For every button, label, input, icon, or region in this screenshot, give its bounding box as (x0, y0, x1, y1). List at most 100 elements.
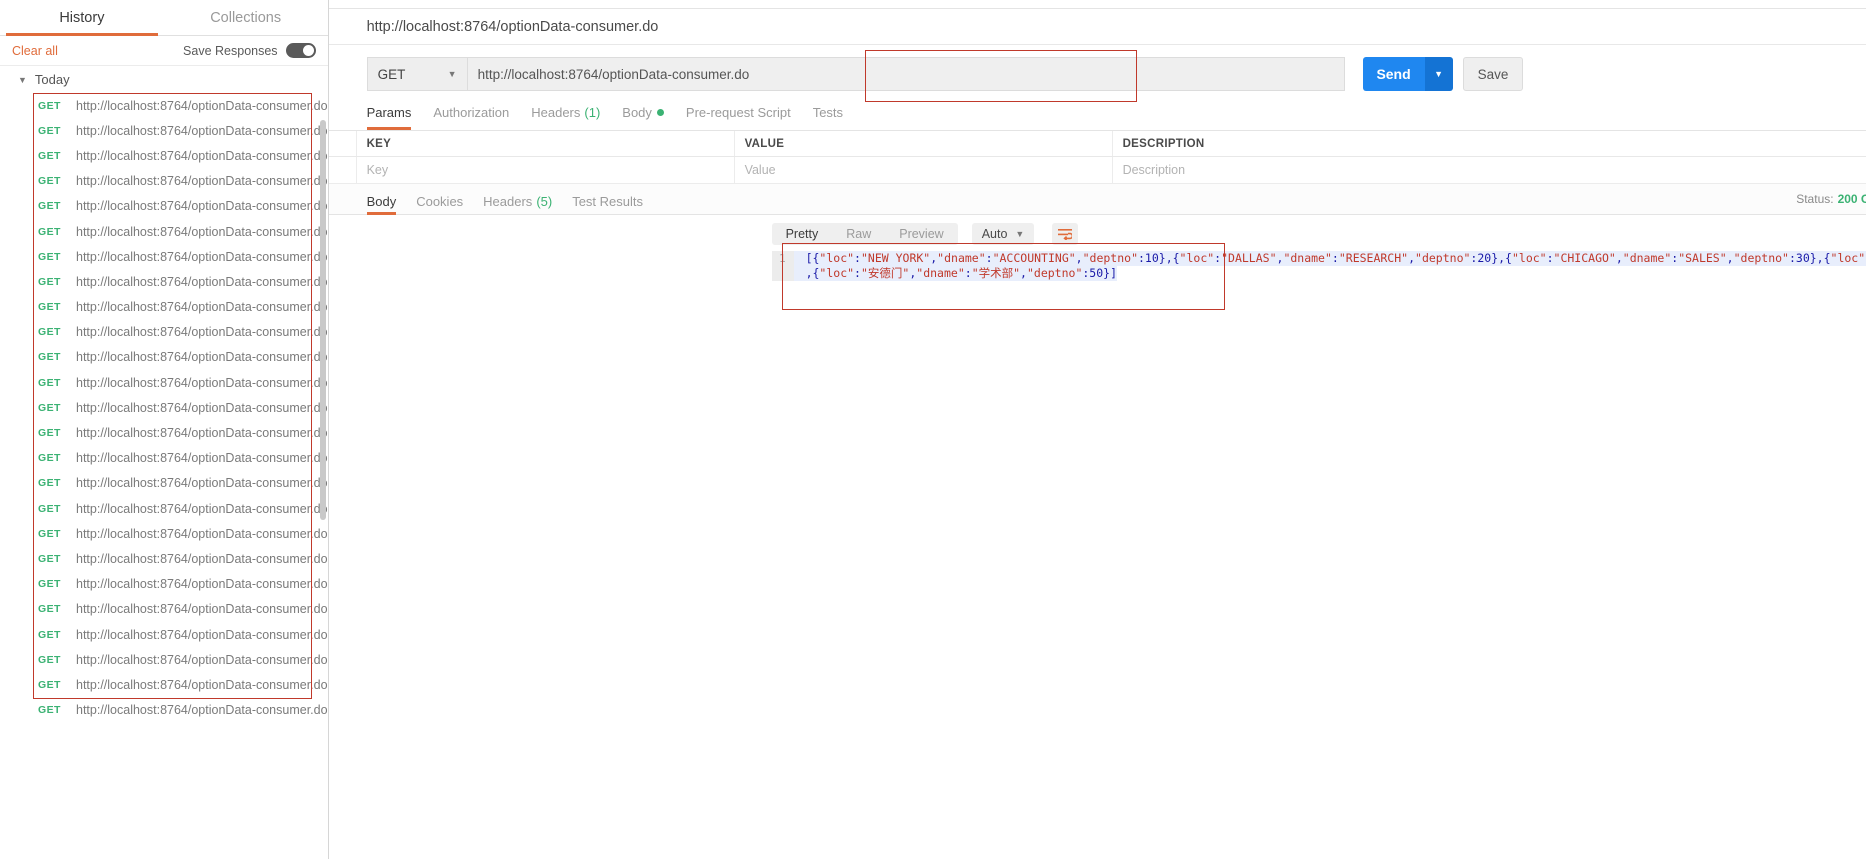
clear-all-button[interactable]: Clear all (12, 44, 58, 58)
params-description-input[interactable]: Description (1113, 157, 1866, 183)
sidebar-tabs: History Collections (0, 0, 328, 36)
sidebar-scrollbar[interactable] (319, 120, 326, 520)
history-group-today[interactable]: ▼ Today (0, 66, 328, 93)
response-body-text: ,{"loc":"安德门","dname":"学术部","deptno":50}… (793, 266, 1117, 281)
history-item-url: http://localhost:8764/optionData-consume… (76, 501, 328, 516)
response-tab-headers[interactable]: Headers (5) (483, 194, 552, 215)
response-body[interactable]: 1 [{"loc":"NEW YORK","dname":"ACCOUNTING"… (329, 243, 1866, 310)
params-table-header: KEY VALUE DESCRIPTION ••• Bulk Edit (328, 131, 1866, 157)
history-item-url: http://localhost:8764/optionData-consume… (76, 451, 328, 466)
history-item[interactable]: GET http://localhost:8764/optionData-cons… (0, 672, 328, 697)
response-tab-test-results[interactable]: Test Results (572, 194, 643, 215)
save-responses-toggle[interactable] (285, 43, 316, 58)
history-item-url: http://localhost:8764/optionData-consume… (76, 300, 328, 315)
format-select[interactable]: Auto ▼ (971, 223, 1035, 245)
response-tab-label: Test Results (572, 193, 644, 209)
history-item[interactable]: GET http://localhost:8764/optionData-cons… (0, 194, 328, 219)
history-item-method: GET (38, 301, 61, 314)
history-item[interactable]: GET http://localhost:8764/optionData-cons… (0, 320, 328, 345)
history-item-method: GET (38, 628, 61, 641)
history-item[interactable]: GET http://localhost:8764/optionData-cons… (0, 521, 328, 546)
response-tabs: Body Cookies Headers (5) Test Results (366, 184, 643, 215)
wrap-lines-button[interactable] (1052, 223, 1079, 245)
history-item[interactable]: GET http://localhost:8764/optionData-cons… (0, 546, 328, 571)
history-item[interactable]: GET http://localhost:8764/optionData-cons… (0, 269, 328, 294)
history-item-url: http://localhost:8764/optionData-consume… (76, 476, 328, 491)
history-item-method: GET (38, 653, 61, 666)
line-number (771, 266, 794, 281)
tab-collections[interactable]: Collections (164, 0, 328, 36)
url-input[interactable]: http://localhost:8764/optionData-consume… (466, 57, 1345, 91)
view-mode-raw[interactable]: Raw (832, 223, 885, 245)
params-row-checkbox[interactable] (329, 157, 357, 183)
request-tab-tests[interactable]: Tests (813, 100, 843, 130)
view-mode-pretty[interactable]: Pretty (772, 223, 833, 245)
request-tab-label: Authorization (433, 105, 510, 120)
response-tab-label: Cookies (416, 193, 464, 209)
request-tab-pre-request-script[interactable]: Pre-request Script (686, 100, 791, 130)
response-tab-body[interactable]: Body (366, 194, 396, 215)
history-item-method: GET (38, 200, 61, 213)
history-item[interactable]: GET http://localhost:8764/optionData-cons… (0, 622, 328, 647)
request-tab-headers[interactable]: Headers (1) (531, 100, 600, 130)
history-item[interactable]: GET http://localhost:8764/optionData-cons… (0, 345, 328, 370)
history-item[interactable]: GET http://localhost:8764/optionData-cons… (0, 118, 328, 143)
history-item[interactable]: GET http://localhost:8764/optionData-cons… (0, 597, 328, 622)
history-item-url: http://localhost:8764/optionData-consume… (76, 577, 328, 592)
history-item[interactable]: GET http://localhost:8764/optionData-cons… (0, 93, 328, 118)
chevron-down-icon: ▼ (1015, 229, 1025, 239)
request-tab-label: Pre-request Script (685, 105, 791, 120)
send-options-caret-icon[interactable]: ▼ (1424, 57, 1453, 91)
history-item-url: http://localhost:8764/optionData-consume… (76, 123, 328, 138)
view-mode-segmented: Pretty Raw Preview (771, 223, 958, 245)
history-item-url: http://localhost:8764/optionData-consume… (76, 174, 328, 189)
history-item-method: GET (38, 552, 61, 565)
postman-app: History Collections Clear all Save Respo… (0, 0, 1866, 859)
response-tab-badge: (5) (536, 193, 553, 209)
history-item[interactable]: GET http://localhost:8764/optionData-cons… (0, 446, 328, 471)
params-key-input[interactable]: Key (357, 157, 735, 183)
response-view-toolbar: Pretty Raw Preview Auto ▼ (329, 215, 1866, 251)
history-item-method: GET (38, 99, 61, 112)
response-tab-cookies[interactable]: Cookies (416, 194, 463, 215)
history-item-method: GET (38, 275, 61, 288)
history-item[interactable]: GET http://localhost:8764/optionData-cons… (0, 143, 328, 168)
request-tab-body[interactable]: Body (622, 100, 664, 130)
history-item-url: http://localhost:8764/optionData-consume… (76, 199, 328, 214)
history-item[interactable]: GET http://localhost:8764/optionData-cons… (0, 169, 328, 194)
tab-strip (328, 0, 1866, 9)
history-item[interactable]: GET http://localhost:8764/optionData-cons… (0, 647, 328, 672)
response-body-line: ,{"loc":"安德门","dname":"学术部","deptno":50}… (771, 266, 1866, 281)
history-item[interactable]: GET http://localhost:8764/optionData-cons… (0, 698, 328, 723)
history-item[interactable]: GET http://localhost:8764/optionData-cons… (0, 395, 328, 420)
request-tab-authorization[interactable]: Authorization (433, 100, 509, 130)
history-item-url: http://localhost:8764/optionData-consume… (76, 526, 328, 541)
history-item[interactable]: GET http://localhost:8764/optionData-cons… (0, 219, 328, 244)
method-select[interactable]: GET ▼ (366, 57, 467, 91)
send-button[interactable]: Send (1362, 57, 1425, 91)
history-list[interactable]: GET http://localhost:8764/optionData-cons… (0, 93, 328, 859)
params-value-input[interactable]: Value (735, 157, 1113, 183)
history-item[interactable]: GET http://localhost:8764/optionData-cons… (0, 471, 328, 496)
response-tab-label: Headers (483, 193, 533, 209)
history-item-method: GET (38, 502, 61, 515)
response-body-line: 1 [{"loc":"NEW YORK","dname":"ACCOUNTING"… (771, 251, 1866, 266)
history-item-method: GET (38, 326, 61, 339)
history-item[interactable]: GET http://localhost:8764/optionData-cons… (0, 370, 328, 395)
params-header-key: KEY (357, 131, 735, 156)
tab-history[interactable]: History (0, 0, 164, 36)
main-panel: http://localhost:8764/optionData-consume… (328, 0, 1866, 859)
params-table-row[interactable]: Key Value Description (328, 157, 1866, 184)
chevron-down-icon: ▼ (18, 74, 27, 85)
history-item[interactable]: GET http://localhost:8764/optionData-cons… (0, 496, 328, 521)
history-item[interactable]: GET http://localhost:8764/optionData-cons… (0, 244, 328, 269)
view-mode-preview[interactable]: Preview (885, 223, 957, 245)
history-item[interactable]: GET http://localhost:8764/optionData-cons… (0, 295, 328, 320)
history-item[interactable]: GET http://localhost:8764/optionData-cons… (0, 572, 328, 597)
request-tab-params[interactable]: Params (366, 100, 411, 130)
save-button[interactable]: Save (1462, 57, 1524, 91)
history-item[interactable]: GET http://localhost:8764/optionData-cons… (0, 420, 328, 445)
history-item-url: http://localhost:8764/optionData-consume… (76, 400, 328, 415)
history-item-url: http://localhost:8764/optionData-consume… (76, 274, 328, 289)
history-item-url: http://localhost:8764/optionData-consume… (76, 627, 328, 642)
